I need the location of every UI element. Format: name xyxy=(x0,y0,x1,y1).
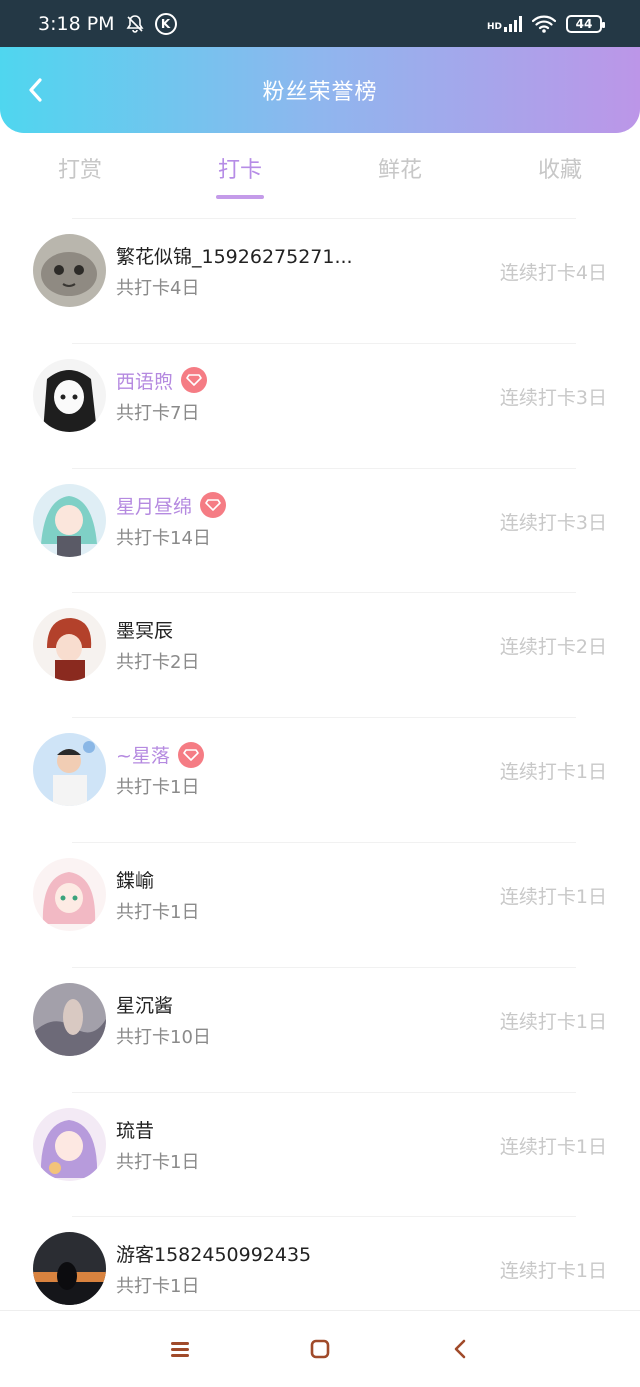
name-line: 鍱崳 xyxy=(116,866,154,893)
user-name: 游客1582450992435 xyxy=(116,1244,312,1267)
list-item[interactable]: 琉昔 共打卡1日 连续打卡1日 xyxy=(0,1091,640,1217)
streak-checkin: 连续打卡1日 xyxy=(499,1010,607,1033)
user-name: 星沉酱 xyxy=(116,994,174,1017)
ranking-list: 繁花似锦_15926275271... 共打卡4日 连续打卡4日 西语煦 共打卡… xyxy=(0,218,640,1341)
home-button[interactable] xyxy=(305,1334,335,1364)
chevron-left-icon xyxy=(29,78,42,102)
user-name: 鍱崳 xyxy=(116,869,155,892)
list-item[interactable]: 星沉酱 共打卡10日 连续打卡1日 xyxy=(0,966,640,1092)
name-line: 游客1582450992435 xyxy=(116,1240,311,1267)
header-bar: 粉丝荣誉榜 xyxy=(0,47,640,133)
divider xyxy=(72,966,576,968)
tab-favorites[interactable]: 收藏 xyxy=(480,140,640,202)
tab-active-indicator xyxy=(216,195,264,199)
system-back-button[interactable] xyxy=(445,1334,475,1364)
total-checkin: 共打卡10日 xyxy=(116,1026,211,1048)
vip-diamond-icon xyxy=(177,741,204,768)
signal-icon: HD xyxy=(486,15,522,32)
name-line: 琉昔 xyxy=(116,1116,154,1143)
list-item[interactable]: ~星落 共打卡1日 连续打卡1日 xyxy=(0,717,640,842)
tab-label: 打卡 xyxy=(217,158,262,183)
tab-label: 鲜花 xyxy=(377,158,422,183)
total-checkin: 共打卡1日 xyxy=(116,901,200,923)
avatar[interactable] xyxy=(33,857,106,931)
battery-icon: 44 xyxy=(566,14,605,33)
user-name: 琉昔 xyxy=(116,1119,155,1142)
divider xyxy=(72,467,576,469)
total-checkin: 共打卡2日 xyxy=(116,652,200,674)
streak-checkin: 连续打卡1日 xyxy=(499,761,607,784)
user-name: 墨冥辰 xyxy=(116,620,174,643)
list-item[interactable]: 鍱崳 共打卡1日 连续打卡1日 xyxy=(0,841,640,967)
divider xyxy=(72,218,576,219)
status-bar: 3:18 PM K HD 44 xyxy=(0,0,640,47)
status-time: 3:18 PM xyxy=(38,12,115,35)
streak-checkin: 连续打卡3日 xyxy=(499,511,607,534)
total-checkin: 共打卡14日 xyxy=(116,527,211,549)
list-item[interactable]: 西语煦 共打卡7日 连续打卡3日 xyxy=(0,342,640,468)
user-name: 西语煦 xyxy=(116,370,174,393)
streak-checkin: 连续打卡3日 xyxy=(499,386,607,409)
page-title: 粉丝荣誉榜 xyxy=(262,80,378,105)
streak-checkin: 连续打卡1日 xyxy=(499,885,607,908)
total-checkin: 共打卡4日 xyxy=(116,278,200,299)
home-square-icon xyxy=(310,1339,330,1359)
user-name: 繁花似锦_15926275271... xyxy=(116,246,353,268)
streak-checkin: 连续打卡4日 xyxy=(499,262,607,284)
vip-diamond-icon xyxy=(181,367,208,394)
hd-label: HD xyxy=(486,21,502,32)
avatar[interactable] xyxy=(33,1107,106,1181)
total-checkin: 共打卡1日 xyxy=(116,777,200,799)
divider xyxy=(72,592,576,594)
user-name: 星月昼绵 xyxy=(116,495,193,518)
total-checkin: 共打卡7日 xyxy=(116,402,200,424)
vip-diamond-icon xyxy=(200,492,227,519)
tab-flowers[interactable]: 鲜花 xyxy=(320,140,480,202)
name-line: 星沉酱 xyxy=(116,991,173,1018)
bell-muted-icon xyxy=(125,14,145,34)
tab-label: 打赏 xyxy=(57,158,102,183)
tab-checkin[interactable]: 打卡 xyxy=(160,140,320,202)
list-item[interactable]: 墨冥辰 共打卡2日 连续打卡2日 xyxy=(0,592,640,717)
streak-checkin: 连续打卡1日 xyxy=(499,1260,607,1283)
menu-button[interactable] xyxy=(165,1334,195,1364)
total-checkin: 共打卡1日 xyxy=(116,1276,200,1298)
back-button[interactable] xyxy=(20,75,50,105)
avatar[interactable] xyxy=(33,358,106,432)
divider xyxy=(72,717,576,719)
list-item[interactable]: 繁花似锦_15926275271... 共打卡4日 连续打卡4日 xyxy=(0,218,640,343)
avatar[interactable] xyxy=(33,234,106,307)
divider xyxy=(72,342,576,344)
tab-tip[interactable]: 打赏 xyxy=(0,140,160,202)
name-line: 繁花似锦_15926275271... xyxy=(116,242,353,269)
avatar[interactable] xyxy=(33,733,106,807)
back-triangle-icon xyxy=(454,1339,466,1359)
status-left: 3:18 PM K xyxy=(38,12,177,35)
list-item[interactable]: 星月昼绵 共打卡14日 连续打卡3日 xyxy=(0,467,640,593)
name-line: ~星落 xyxy=(116,741,204,768)
tab-label: 收藏 xyxy=(537,158,582,183)
avatar[interactable] xyxy=(33,483,106,557)
tab-bar: 打赏 打卡 鲜花 收藏 xyxy=(0,140,640,202)
avatar[interactable] xyxy=(33,1232,106,1306)
name-line: 西语煦 xyxy=(116,367,208,394)
system-nav-bar xyxy=(0,1310,640,1387)
divider xyxy=(72,1091,576,1093)
streak-checkin: 连续打卡2日 xyxy=(499,636,607,659)
k-badge-icon: K xyxy=(154,12,177,35)
divider xyxy=(72,841,576,843)
menu-icon xyxy=(171,1342,189,1357)
name-line: 星月昼绵 xyxy=(116,492,227,519)
total-checkin: 共打卡1日 xyxy=(116,1151,200,1173)
avatar[interactable] xyxy=(33,608,106,682)
user-name: ~星落 xyxy=(116,745,170,768)
divider xyxy=(72,1216,576,1218)
streak-checkin: 连续打卡1日 xyxy=(499,1135,607,1158)
status-right: HD 44 xyxy=(486,14,605,33)
name-line: 墨冥辰 xyxy=(116,616,173,643)
wifi-icon xyxy=(532,15,556,33)
avatar[interactable] xyxy=(33,982,106,1056)
